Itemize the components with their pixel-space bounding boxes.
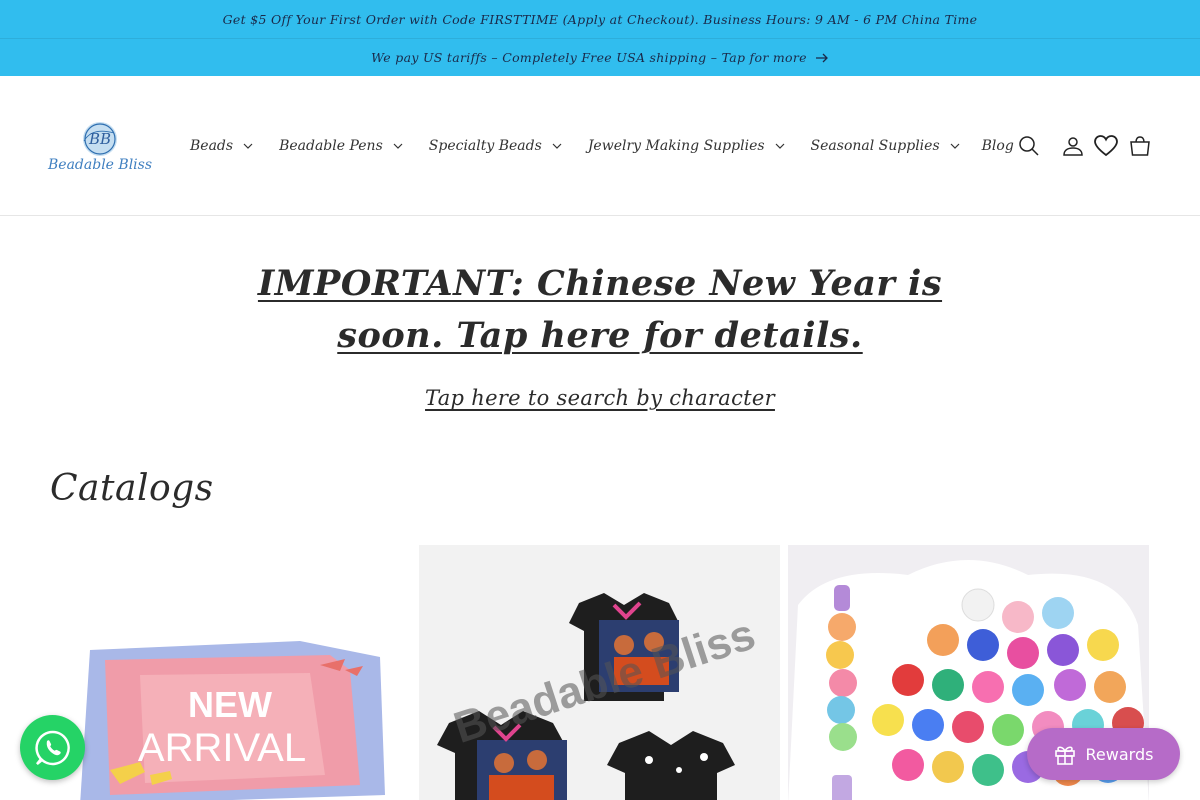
chevron-down-icon: [393, 143, 403, 149]
catalog-card-new-arrival[interactable]: NEW ARRIVAL: [50, 545, 411, 800]
arrow-right-icon: [815, 53, 829, 63]
account-icon[interactable]: [1062, 135, 1084, 157]
important-link[interactable]: IMPORTANT: Chinese New Year is soon. Tap…: [210, 258, 990, 362]
chevron-down-icon: [552, 143, 562, 149]
catalog-card-character-beads[interactable]: Beadable Bliss: [419, 545, 780, 800]
nav-item-label: Beads: [190, 137, 234, 154]
new-arrival-text-line1: NEW: [188, 684, 272, 725]
catalogs-heading: Catalogs: [50, 468, 214, 509]
nav-item-label: Blog: [981, 137, 1014, 154]
rewards-button[interactable]: Rewards: [1027, 728, 1180, 780]
nav-item-label: Jewelry Making Supplies: [587, 137, 765, 154]
nav-item-label: Specialty Beads: [428, 137, 542, 154]
nav-item-beadable-pens[interactable]: Beadable Pens: [279, 138, 403, 154]
logo-text: Beadable Bliss: [48, 156, 153, 173]
site-header: BB Beadable Bliss Beads Beadable Pens Sp…: [0, 76, 1200, 216]
logo-emblem-icon: BB: [83, 121, 117, 156]
new-arrival-text-line2: ARRIVAL: [138, 726, 306, 770]
logo-monogram: BB: [88, 130, 111, 148]
new-arrival-image: NEW ARRIVAL: [50, 545, 411, 800]
rewards-label: Rewards: [1085, 744, 1154, 764]
promo-text: Get $5 Off Your First Order with Code FI…: [222, 11, 978, 27]
search-by-character-link[interactable]: Tap here to search by character: [425, 386, 775, 410]
nav-item-jewelry-making-supplies[interactable]: Jewelry Making Supplies: [588, 138, 785, 154]
catalog-cards: NEW ARRIVAL Beadable Bliss: [50, 545, 1149, 800]
nav-item-specialty-beads[interactable]: Specialty Beads: [429, 138, 562, 154]
whatsapp-button[interactable]: [20, 715, 85, 780]
character-beads-image: Beadable Bliss: [419, 545, 780, 800]
main-nav: Beads Beadable Pens Specialty Beads Jewe…: [190, 138, 1014, 154]
nav-item-beads[interactable]: Beads: [190, 138, 253, 154]
shipping-text[interactable]: We pay US tariffs – Completely Free USA …: [371, 50, 807, 65]
nav-item-label: Beadable Pens: [279, 137, 383, 154]
header-icons: [1018, 134, 1152, 157]
chevron-down-icon: [243, 143, 253, 149]
nav-item-label: Seasonal Supplies: [810, 137, 940, 154]
search-icon[interactable]: [1018, 135, 1040, 157]
announcement-bar-promo: Get $5 Off Your First Order with Code FI…: [0, 0, 1200, 38]
whatsapp-icon: [34, 730, 70, 765]
search-by-character: Tap here to search by character: [0, 386, 1200, 410]
chevron-down-icon: [950, 143, 960, 149]
heart-icon[interactable]: [1094, 134, 1118, 157]
cart-icon[interactable]: [1128, 135, 1152, 157]
announcement-bar-shipping[interactable]: We pay US tariffs – Completely Free USA …: [0, 38, 1200, 76]
nav-item-blog[interactable]: Blog: [982, 138, 1014, 154]
nav-item-seasonal-supplies[interactable]: Seasonal Supplies: [811, 138, 960, 154]
chevron-down-icon: [775, 143, 785, 149]
gift-icon: [1054, 743, 1076, 765]
logo[interactable]: BB Beadable Bliss: [48, 115, 153, 177]
important-notice: IMPORTANT: Chinese New Year is soon. Tap…: [0, 258, 1200, 362]
